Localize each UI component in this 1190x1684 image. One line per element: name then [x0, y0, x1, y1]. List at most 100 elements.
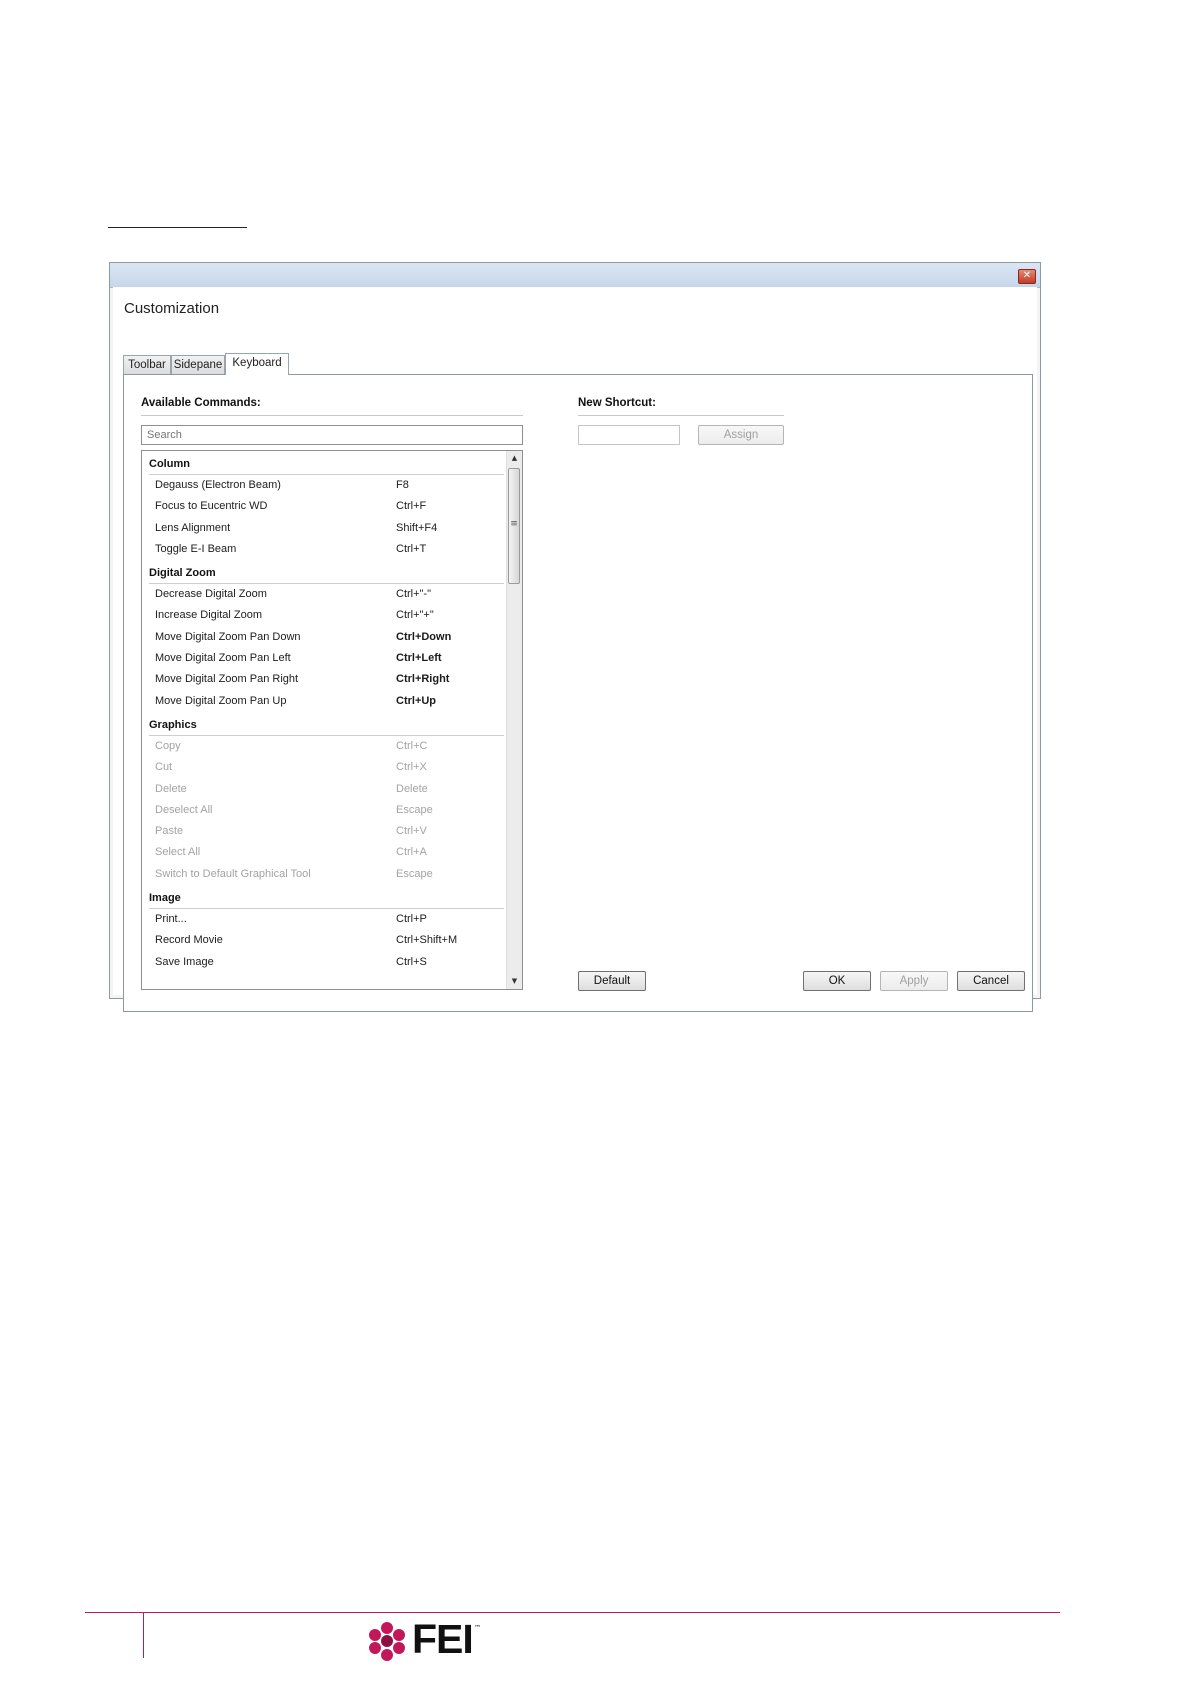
command-shortcut: Escape [396, 803, 433, 816]
command-name: Save Image [155, 955, 214, 968]
command-shortcut: Ctrl+S [396, 955, 427, 968]
command-shortcut: Escape [396, 867, 433, 880]
list-item[interactable]: Toggle E-I Beam Ctrl+T [142, 539, 506, 560]
command-name: Increase Digital Zoom [155, 609, 262, 622]
list-item[interactable]: Copy Ctrl+C [142, 736, 506, 757]
list-item[interactable]: Paste Ctrl+V [142, 821, 506, 842]
group-header-label: Image [149, 892, 181, 905]
command-name: Focus to Eucentric WD [155, 500, 268, 513]
command-shortcut: Ctrl+F [396, 500, 427, 513]
command-shortcut: Shift+F4 [396, 521, 438, 534]
customization-dialog: ✕ Customization Toolbar Sidepane Keyboar… [109, 262, 1041, 1012]
command-shortcut: Ctrl+T [396, 542, 427, 555]
list-item[interactable]: Switch to Default Graphical Tool Escape [142, 864, 506, 885]
command-name: Print... [155, 913, 187, 926]
command-name: Select All [155, 846, 201, 859]
command-name: Cut [155, 761, 173, 774]
command-shortcut: F8 [396, 479, 409, 491]
command-shortcut: Ctrl+Up [396, 694, 437, 707]
list-item[interactable]: Degauss (Electron Beam) F8 [142, 475, 506, 496]
list-item[interactable]: Lens Alignment Shift+F4 [142, 518, 506, 539]
dialog-title: Customization [124, 300, 220, 317]
ok-button[interactable]: OK [803, 971, 871, 991]
list-item[interactable]: Cut Ctrl+X [142, 757, 506, 778]
list-item[interactable]: Print... Ctrl+P [142, 909, 506, 930]
group-header: Graphics [142, 712, 506, 736]
command-shortcut: Ctrl+Down [396, 630, 452, 643]
group-header: Image [142, 885, 506, 910]
command-name: Decrease Digital Zoom [155, 588, 267, 601]
tab-toolbar[interactable]: Toolbar [123, 355, 171, 374]
apply-button[interactable]: Apply [880, 971, 948, 991]
heading-underline [108, 227, 247, 228]
list-item[interactable]: Select All Ctrl+A [142, 842, 506, 863]
logo-text: FEI [412, 1616, 474, 1662]
available-commands-label: Available Commands: [141, 397, 261, 409]
command-name: Move Digital Zoom Pan Right [155, 673, 299, 686]
divider [578, 415, 784, 416]
group-header-label: Digital Zoom [149, 567, 216, 580]
command-shortcut: Ctrl+V [396, 825, 427, 838]
footer-divider [143, 1612, 144, 1658]
command-name: Move Digital Zoom Pan Down [155, 630, 301, 643]
command-shortcut: Ctrl+"-" [396, 588, 432, 601]
close-icon[interactable]: ✕ [1018, 269, 1036, 284]
new-shortcut-label: New Shortcut: [578, 397, 656, 409]
group-header-label: Graphics [149, 718, 197, 731]
group-header-label: Column [149, 458, 190, 470]
list-item[interactable]: Focus to Eucentric WD Ctrl+F [142, 496, 506, 517]
search-input[interactable] [141, 425, 523, 445]
scroll-thumb[interactable]: ≡ [508, 468, 520, 584]
command-name: Deselect All [155, 803, 213, 816]
command-name: Degauss (Electron Beam) [155, 479, 281, 491]
fei-logo-mark-icon [369, 1622, 405, 1661]
list-item[interactable]: Increase Digital Zoom Ctrl+"+" [142, 605, 506, 626]
list-item[interactable]: Decrease Digital Zoom Ctrl+"-" [142, 584, 506, 605]
list-item[interactable]: Record Movie Ctrl+Shift+M [142, 930, 506, 951]
command-name: Paste [155, 825, 184, 838]
command-name: Move Digital Zoom Pan Up [155, 694, 287, 707]
list-item[interactable]: Deselect All Escape [142, 800, 506, 821]
cancel-button[interactable]: Cancel [957, 971, 1025, 991]
command-name: Switch to Default Graphical Tool [155, 867, 311, 880]
divider [141, 415, 523, 416]
tab-sidepane[interactable]: Sidepane [171, 355, 225, 374]
list-item[interactable]: Save Image Ctrl+S [142, 952, 506, 973]
command-shortcut: Ctrl+C [396, 739, 428, 752]
keyboard-panel: Available Commands: Column Degauss (Elect… [123, 374, 1033, 1012]
list-item[interactable]: Delete Delete [142, 779, 506, 800]
command-name: Move Digital Zoom Pan Left [155, 652, 291, 665]
command-shortcut: Ctrl+Shift+M [396, 934, 458, 947]
tab-keyboard[interactable]: Keyboard [225, 353, 289, 375]
commands-list[interactable]: Column Degauss (Electron Beam) F8 Focus to … [141, 450, 523, 990]
command-shortcut: Ctrl+X [396, 761, 427, 774]
command-name: Copy [155, 739, 181, 752]
group-header: Column [142, 451, 506, 475]
scroll-up-icon[interactable]: ▲ [507, 451, 522, 466]
commands-rows: Column Degauss (Electron Beam) F8 Focus to … [142, 451, 506, 973]
command-name: Lens Alignment [155, 521, 231, 534]
list-item[interactable]: Move Digital Zoom Pan Left Ctrl+Left [142, 648, 506, 669]
scrollbar[interactable]: ▲ ≡ ▼ [506, 451, 522, 989]
command-shortcut: Ctrl+"+" [396, 609, 434, 622]
command-shortcut: Ctrl+Left [396, 652, 442, 665]
scroll-down-icon[interactable]: ▼ [507, 974, 522, 989]
command-name: Toggle E-I Beam [155, 542, 237, 555]
new-shortcut-input[interactable] [578, 425, 680, 445]
command-name: Delete [155, 782, 187, 795]
command-shortcut: Ctrl+P [396, 913, 427, 926]
group-header: Digital Zoom [142, 560, 506, 585]
list-item[interactable]: Move Digital Zoom Pan Up Ctrl+Up [142, 691, 506, 712]
window-titlebar[interactable]: ✕ [110, 263, 1040, 288]
footer-rule [85, 1612, 1060, 1613]
default-button[interactable]: Default [578, 971, 646, 991]
command-shortcut: Ctrl+A [396, 846, 427, 859]
list-item[interactable]: Move Digital Zoom Pan Down Ctrl+Down [142, 627, 506, 648]
command-shortcut: Delete [396, 782, 428, 795]
fei-logo: FEI ™ [364, 1616, 484, 1664]
dialog-body: Customization Toolbar Sidepane Keyboard … [113, 287, 1037, 1012]
logo-trademark: ™ [474, 1624, 481, 1632]
list-item[interactable]: Move Digital Zoom Pan Right Ctrl+Right [142, 669, 506, 690]
command-name: Record Movie [155, 934, 223, 947]
assign-button[interactable]: Assign [698, 425, 784, 445]
